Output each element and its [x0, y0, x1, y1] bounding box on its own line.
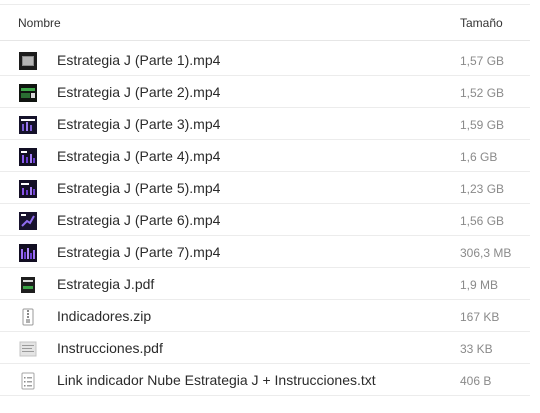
file-list-header: Nombre Tamaño: [0, 5, 530, 41]
file-name: Estrategia J (Parte 7).mp4: [57, 244, 221, 260]
file-size: 1,57 GB: [460, 54, 505, 68]
file-name: Estrategia J (Parte 6).mp4: [57, 212, 221, 228]
video-thumbnail-icon: [19, 212, 37, 230]
file-row[interactable]: Link indicador Nube Estrategia J + Instr…: [0, 364, 530, 396]
file-row[interactable]: Estrategia J (Parte 3).mp4 1,59 GB: [0, 108, 530, 140]
file-size: 1,52 GB: [460, 86, 505, 100]
file-row[interactable]: Estrategia J.pdf 1,9 MB: [0, 268, 530, 300]
file-name: Link indicador Nube Estrategia J + Instr…: [57, 372, 376, 388]
video-thumbnail-icon: [19, 116, 37, 134]
text-file-icon: [19, 372, 37, 390]
column-header-size[interactable]: Tamaño: [460, 16, 503, 30]
file-row[interactable]: Estrategia J (Parte 1).mp4 1,57 GB: [0, 44, 530, 76]
column-header-name[interactable]: Nombre: [18, 16, 61, 30]
video-thumbnail-icon: [19, 180, 37, 198]
file-name: Instrucciones.pdf: [57, 340, 163, 356]
file-row[interactable]: Estrategia J (Parte 4).mp4 1,6 GB: [0, 140, 530, 172]
file-list: Estrategia J (Parte 1).mp4 1,57 GB Estra…: [0, 44, 530, 396]
file-size: 1,59 GB: [460, 118, 505, 132]
file-size: 306,3 MB: [460, 246, 512, 260]
file-size: 33 KB: [460, 342, 493, 356]
file-size: 1,9 MB: [460, 278, 499, 292]
pdf-thumbnail-icon: [19, 276, 37, 294]
file-row[interactable]: Estrategia J (Parte 2).mp4 1,52 GB: [0, 76, 530, 108]
file-name: Indicadores.zip: [57, 308, 152, 324]
file-row[interactable]: Instrucciones.pdf 33 KB: [0, 332, 530, 364]
file-name: Estrategia J (Parte 2).mp4: [57, 84, 221, 100]
file-name: Estrategia J (Parte 5).mp4: [57, 180, 221, 196]
video-thumbnail-icon: [19, 84, 37, 102]
video-thumbnail-icon: [19, 52, 37, 70]
file-name: Estrategia J (Parte 1).mp4: [57, 52, 221, 68]
pdf-thumbnail-icon: [19, 340, 37, 358]
file-row[interactable]: Estrategia J (Parte 5).mp4 1,23 GB: [0, 172, 530, 204]
file-size: 1,56 GB: [460, 214, 505, 228]
file-row[interactable]: Indicadores.zip 167 KB: [0, 300, 530, 332]
file-row[interactable]: Estrategia J (Parte 6).mp4 1,56 GB: [0, 204, 530, 236]
file-size: 1,6 GB: [460, 150, 498, 164]
zip-file-icon: [19, 308, 37, 326]
file-name: Estrategia J.pdf: [57, 276, 155, 292]
video-thumbnail-icon: [19, 244, 37, 262]
file-name: Estrategia J (Parte 3).mp4: [57, 116, 221, 132]
file-row[interactable]: Estrategia J (Parte 7).mp4 306,3 MB: [0, 236, 530, 268]
file-name: Estrategia J (Parte 4).mp4: [57, 148, 221, 164]
file-size: 1,23 GB: [460, 182, 505, 196]
file-size: 167 KB: [460, 310, 500, 324]
file-size: 406 B: [460, 374, 492, 388]
video-thumbnail-icon: [19, 148, 37, 166]
